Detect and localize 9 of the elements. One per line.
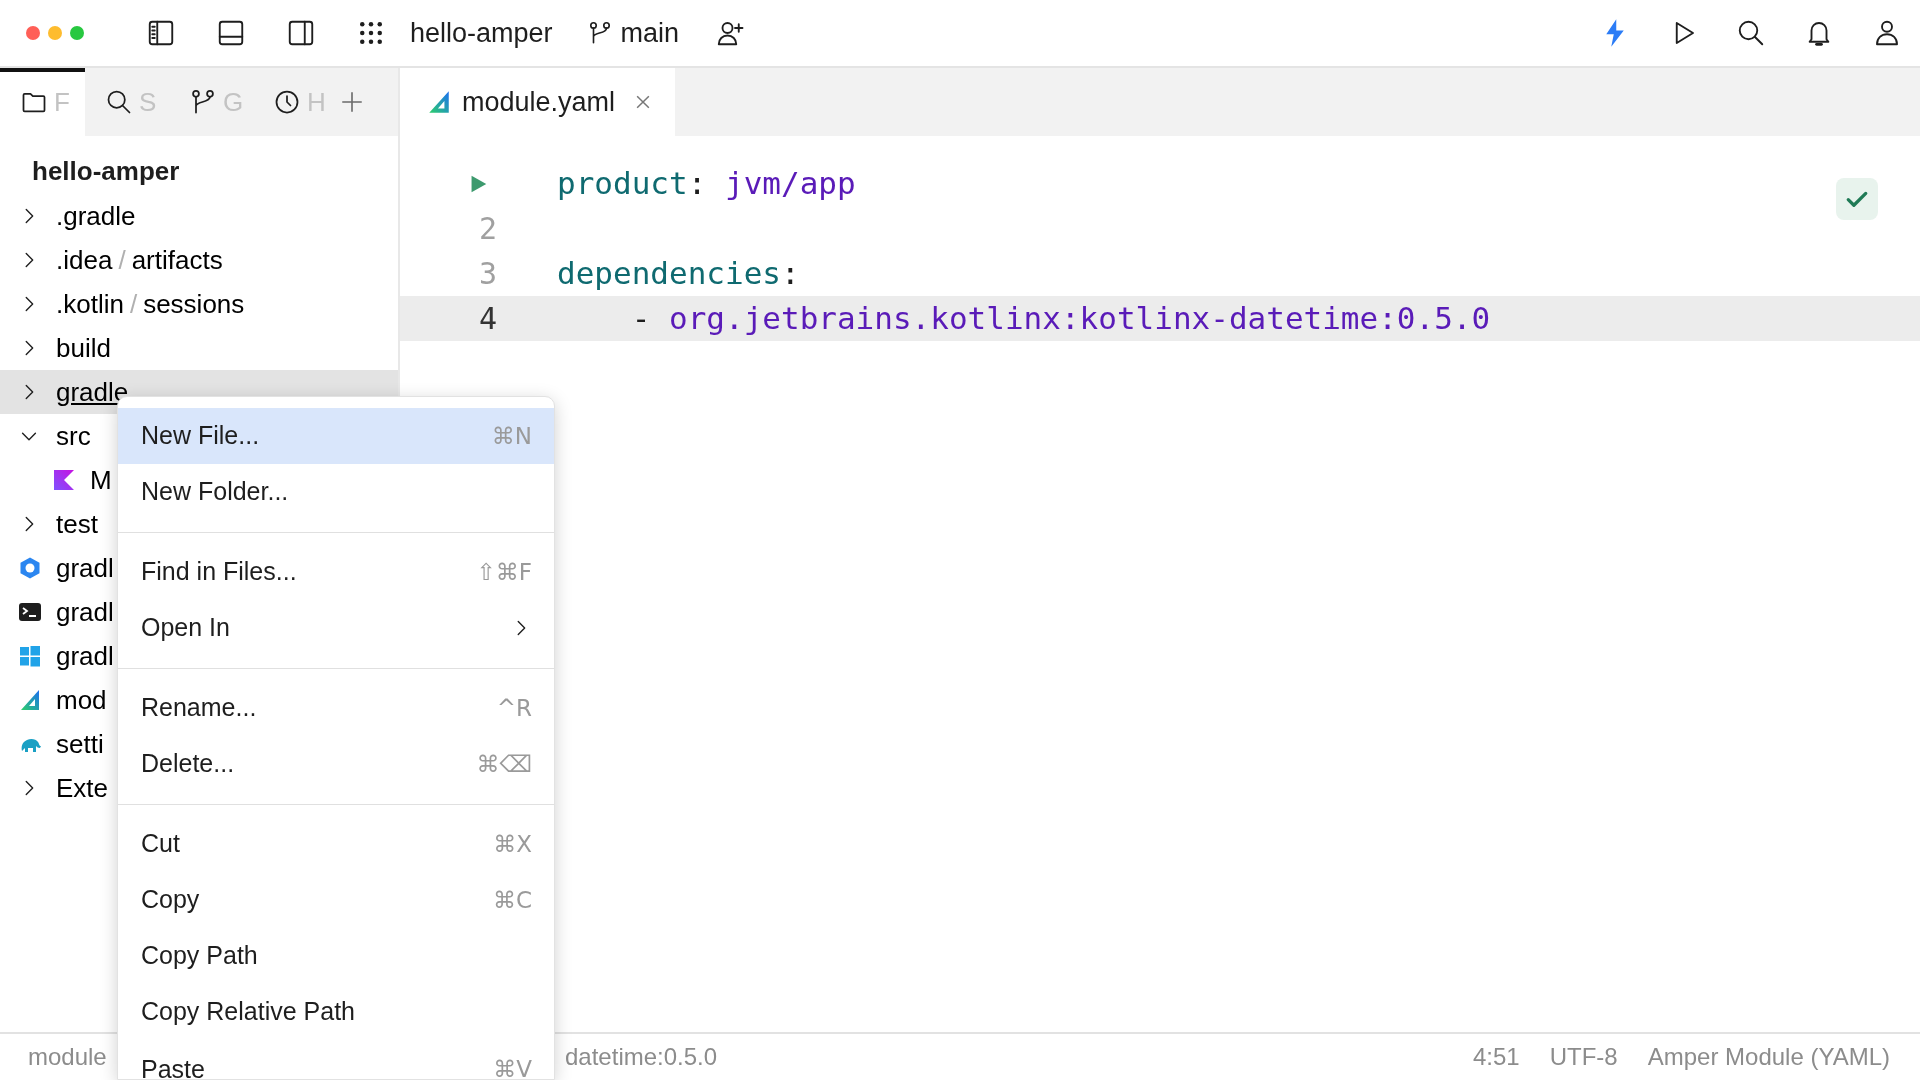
code-line: product: jvm/app	[557, 164, 856, 204]
line-number: 4	[478, 300, 497, 338]
status-text: datetime:0.5.0	[565, 1042, 718, 1072]
line-number: 3	[478, 255, 497, 293]
line-number: 2	[478, 210, 497, 248]
project-title: hello-amper	[31, 155, 181, 188]
status-text: module	[28, 1043, 107, 1070]
code-line: dependencies:	[557, 254, 800, 294]
code-line: - org.jetbrains.kotlinx:kotlinx-datetime:0.5.0	[630, 299, 1491, 339]
